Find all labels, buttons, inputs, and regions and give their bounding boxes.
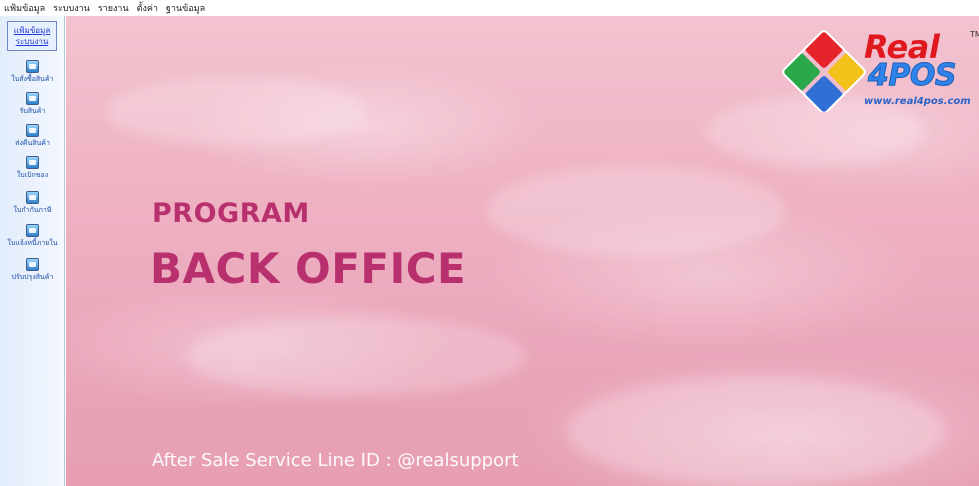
logo-word-4pos: 4POS — [868, 58, 957, 94]
sidebar-item-tax-invoice[interactable]: ใบกำกับภาษี — [0, 191, 65, 214]
tax-invoice-icon — [26, 191, 39, 204]
sidebar-item-label: ใบแจ้งหนี้ภายใน — [7, 239, 58, 247]
back-office-title: BACK OFFICE — [150, 244, 467, 293]
program-label: PROGRAM — [152, 198, 310, 229]
real4pos-logo: Real TM 4POS www.real4pos.com — [782, 28, 979, 112]
return-icon — [26, 124, 39, 137]
sidebar-item-label: ส่งคืนสินค้า — [15, 139, 50, 147]
sidebar-item-adjust-stock[interactable]: ปรับปรุงสินค้า — [0, 258, 65, 281]
sidebar-item-label: ใบสั่งซื้อสินค้า — [11, 75, 54, 83]
menu-system[interactable]: ระบบงาน — [53, 1, 90, 15]
tab-system[interactable]: ระบบงาน — [16, 36, 49, 47]
menu-report[interactable]: รายงาน — [98, 1, 129, 15]
menu-file[interactable]: แฟ้มข้อมูล — [4, 1, 45, 15]
back-office-banner: Real TM 4POS www.real4pos.com PROGRAM BA… — [66, 16, 979, 486]
sidebar-item-label: รับสินค้า — [19, 107, 46, 115]
sidebar-item-label: ปรับปรุงสินค้า — [11, 273, 54, 281]
sidebar-item-purchase-order[interactable]: ใบสั่งซื้อสินค้า — [0, 60, 65, 83]
document-icon — [26, 60, 39, 73]
invoice-icon — [26, 224, 39, 237]
sidebar-tabs: แฟ้มข้อมูล ระบบงาน — [7, 21, 57, 51]
tab-file[interactable]: แฟ้มข้อมูล — [14, 25, 51, 36]
sidebar-item-receive[interactable]: รับสินค้า — [0, 92, 65, 115]
sidebar-item-label: ใบกำกับภาษี — [13, 206, 52, 214]
logo-diamond-icon — [782, 30, 866, 112]
receive-icon — [26, 92, 39, 105]
menu-bar: แฟ้มข้อมูล ระบบงาน รายงาน ตั้งค่า ฐานข้อ… — [0, 0, 979, 16]
cloud-decoration — [106, 76, 366, 146]
cloud-decoration — [186, 316, 526, 396]
menu-settings[interactable]: ตั้งค่า — [137, 1, 158, 15]
logo-url: www.real4pos.com — [864, 96, 971, 107]
support-line-note: After Sale Service Line ID : @realsuppor… — [152, 450, 519, 471]
sidebar: แฟ้มข้อมูล ระบบงาน ใบสั่งซื้อสินค้า รับส… — [0, 16, 65, 486]
adjust-stock-icon — [26, 258, 39, 271]
sidebar-item-requisition[interactable]: ใบเบิกของ — [0, 156, 65, 179]
cloud-decoration — [566, 376, 946, 486]
sidebar-item-label: ใบเบิกของ — [16, 171, 49, 179]
logo-trademark: TM — [970, 30, 979, 39]
sidebar-item-return[interactable]: ส่งคืนสินค้า — [0, 124, 65, 147]
cloud-decoration — [486, 166, 786, 256]
sidebar-item-invoice[interactable]: ใบแจ้งหนี้ภายใน — [0, 224, 65, 247]
requisition-icon — [26, 156, 39, 169]
menu-database[interactable]: ฐานข้อมูล — [166, 1, 205, 15]
